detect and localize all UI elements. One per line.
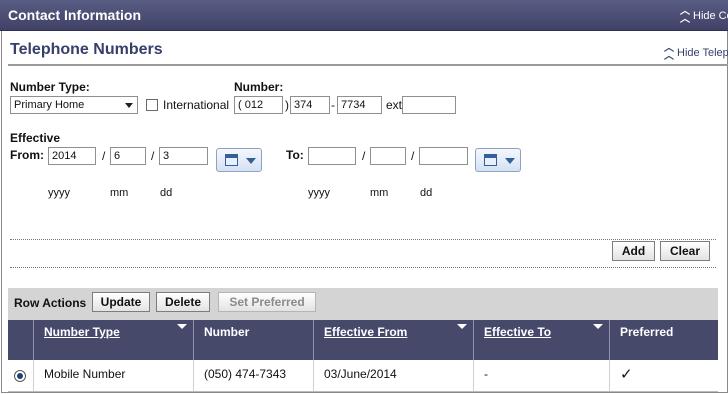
column-header-number-type[interactable]: Number Type [34, 320, 194, 360]
area-code-input[interactable]: ( 012 [234, 96, 283, 114]
to-yyyy-hint: yyyy [308, 187, 330, 199]
header-title: Contact Information [8, 7, 141, 23]
double-chevron-up-icon: ︿ ︿ [680, 6, 690, 25]
hide-telephone-label: Hide Telep [677, 46, 728, 59]
ext-input[interactable] [402, 96, 456, 114]
number-type-value: Primary Home [14, 99, 85, 111]
number-label: Number: [234, 80, 284, 94]
sort-arrow-icon [593, 324, 603, 329]
from-dd-hint: dd [160, 187, 173, 199]
number-type-select[interactable]: Primary Home [10, 96, 138, 114]
to-day-input[interactable] [419, 147, 468, 165]
dotted-divider-top [10, 239, 716, 240]
section-divider [8, 64, 728, 66]
delete-button[interactable]: Delete [156, 292, 210, 312]
hide-telephone-link[interactable]: ︿ ︿ Hide Telep [664, 43, 728, 62]
column-label: Number [204, 325, 250, 339]
to-dd-hint: dd [420, 187, 433, 199]
prefix-input[interactable]: 374 [290, 96, 330, 114]
cell-effective-to: - [474, 360, 610, 391]
cell-number: (050) 474-7343 [194, 360, 314, 391]
column-header-preferred: Preferred [610, 320, 718, 360]
dotted-divider-bottom [10, 267, 716, 268]
row-actions-bar: Row Actions Update Delete Set Preferred [8, 288, 718, 320]
chevron-down-icon [246, 158, 256, 164]
table-header: Number Type Number Effective From Effect… [8, 320, 718, 360]
set-preferred-button[interactable]: Set Preferred [218, 292, 316, 312]
hide-contact-label: Hide Co [693, 9, 728, 22]
column-header-number: Number [194, 320, 314, 360]
from-label: From: [10, 148, 44, 162]
from-yyyy-hint: yyyy [48, 187, 70, 199]
number-dash: - [331, 98, 335, 112]
from-slash-1: / [102, 149, 106, 163]
column-label: Effective To [484, 325, 552, 339]
to-label: To: [286, 148, 304, 162]
from-slash-2: / [151, 149, 155, 163]
sort-arrow-icon [457, 324, 467, 329]
calendar-icon [225, 154, 238, 166]
cell-effective-from: 03/June/2014 [314, 360, 474, 391]
column-label: Preferred [620, 325, 674, 339]
area-close-paren: ) [285, 98, 289, 112]
row-actions-label: Row Actions [14, 296, 87, 310]
checkmark-icon: ✓ [620, 366, 633, 383]
double-chevron-up-icon: ︿ ︿ [664, 43, 674, 62]
update-button[interactable]: Update [92, 292, 150, 312]
area-open-paren: ( [238, 99, 242, 111]
add-button[interactable]: Add [612, 241, 655, 261]
from-year-input[interactable]: 2014 [48, 147, 96, 165]
row-radio-button[interactable] [14, 370, 26, 382]
column-header-effective-from[interactable]: Effective From [314, 320, 474, 360]
ext-label: ext [386, 98, 403, 112]
number-type-label: Number Type: [10, 80, 90, 94]
table-row[interactable]: Mobile Number (050) 474-7343 03/June/201… [8, 360, 718, 392]
line-number-input[interactable]: 7734 [337, 96, 382, 114]
area-code-value: 012 [244, 99, 264, 111]
section-title: Telephone Numbers [10, 41, 163, 58]
chevron-down-icon [505, 158, 515, 164]
cell-number-type: Mobile Number [34, 360, 194, 391]
clear-button[interactable]: Clear [660, 241, 710, 261]
hide-contact-link[interactable]: ︿︿Hide Co [680, 6, 728, 25]
column-label: Effective From [324, 325, 408, 339]
to-slash-2: / [411, 149, 415, 163]
from-mm-hint: mm [110, 187, 129, 199]
from-calendar-button[interactable] [216, 148, 262, 172]
to-slash-1: / [362, 149, 366, 163]
column-header-effective-to[interactable]: Effective To [474, 320, 610, 360]
calendar-icon [484, 154, 497, 166]
international-checkbox[interactable] [146, 99, 158, 111]
to-calendar-button[interactable] [475, 148, 521, 172]
chevron-down-icon [125, 103, 133, 108]
international-label: International [163, 98, 230, 112]
to-year-input[interactable] [308, 147, 356, 165]
cell-preferred: ✓ [610, 360, 718, 391]
select-column-header [8, 320, 34, 360]
to-month-input[interactable] [370, 147, 406, 165]
column-label: Number Type [44, 325, 120, 339]
effective-label: Effective [10, 131, 61, 145]
row-select-cell [8, 360, 34, 391]
sort-arrow-icon [177, 324, 187, 329]
from-day-input[interactable]: 3 [159, 147, 208, 165]
to-mm-hint: mm [370, 187, 389, 199]
from-month-input[interactable]: 6 [110, 147, 146, 165]
contact-information-header: Contact Information ︿︿Hide Co [0, 0, 728, 31]
